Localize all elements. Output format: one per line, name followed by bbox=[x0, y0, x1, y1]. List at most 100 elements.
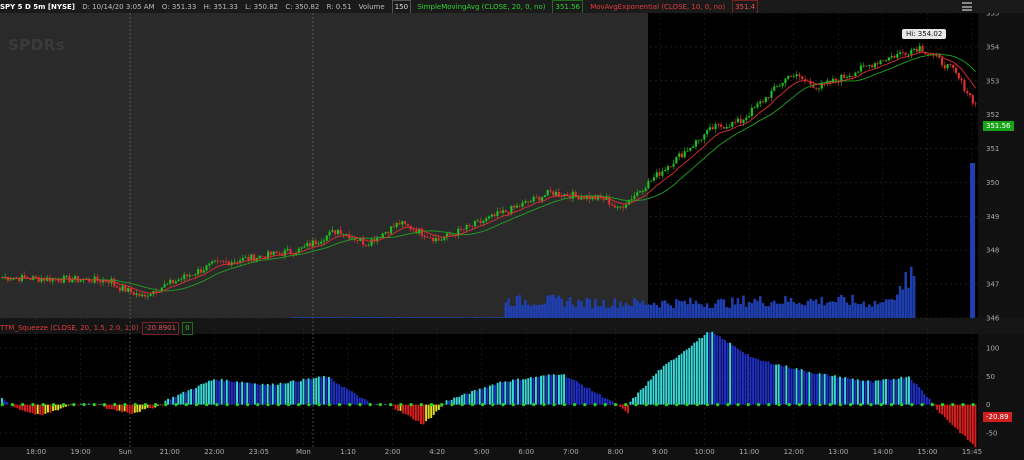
histogram-bar bbox=[762, 360, 765, 405]
volume-bar bbox=[862, 301, 865, 318]
date-readout: D: 10/14/20 3:05 AM bbox=[82, 3, 155, 11]
volume-bar bbox=[887, 299, 891, 318]
volume-bar bbox=[356, 317, 359, 318]
ema-study-label[interactable]: MovAvgExponential (CLOSE, 10, 0, no) bbox=[590, 3, 725, 11]
histogram-bar bbox=[591, 391, 594, 405]
volume-bar bbox=[789, 298, 793, 318]
histogram-bar bbox=[169, 399, 172, 405]
histogram-bar bbox=[215, 379, 218, 405]
histogram-bar bbox=[44, 404, 47, 414]
histogram-bar bbox=[667, 362, 670, 405]
candle-body bbox=[432, 237, 435, 242]
histogram-bar bbox=[568, 378, 571, 405]
squeeze-dot bbox=[41, 403, 45, 407]
candle-body bbox=[848, 75, 851, 78]
volume-bar bbox=[381, 316, 384, 318]
histogram-bar bbox=[246, 382, 249, 405]
volume-bar bbox=[384, 317, 387, 318]
histogram-bar bbox=[959, 404, 962, 434]
squeeze-dot bbox=[746, 403, 750, 407]
histogram-bar bbox=[718, 336, 721, 405]
squeeze-dot bbox=[205, 403, 209, 407]
volume-bar bbox=[627, 305, 631, 318]
histogram-bar bbox=[36, 404, 39, 414]
squeeze-dot bbox=[10, 403, 15, 407]
squeeze-dot bbox=[92, 403, 96, 407]
histogram-bar bbox=[598, 393, 601, 405]
volume-bar bbox=[549, 295, 552, 318]
volume-bar bbox=[831, 301, 835, 318]
candle-body bbox=[675, 156, 678, 164]
histogram-bar bbox=[716, 335, 719, 405]
histogram-bar bbox=[698, 338, 701, 405]
ttm-squeeze-label[interactable]: TTM_Squeeze (CLOSE, 20, 1.5, 2.0, 1.0) bbox=[0, 324, 139, 332]
candle-body bbox=[208, 263, 211, 266]
volume-bar bbox=[607, 307, 611, 318]
histogram-bar bbox=[672, 359, 675, 405]
histogram-bar bbox=[481, 389, 484, 405]
histogram-bar bbox=[557, 374, 560, 405]
volume-label[interactable]: Volume bbox=[359, 3, 385, 11]
histogram-bar bbox=[790, 368, 793, 405]
histogram-bar bbox=[619, 404, 622, 407]
histogram-bar bbox=[862, 380, 864, 405]
histogram-bar bbox=[724, 339, 726, 405]
volume-bar bbox=[733, 304, 737, 318]
chart-canvas[interactable]: 355 354 353 352 351 350 349 348 347 346 100 50 0 -50 1… bbox=[0, 13, 1024, 460]
candle-body bbox=[367, 245, 370, 247]
candle-body bbox=[482, 221, 485, 223]
histogram-bar bbox=[414, 404, 417, 421]
volume-bar bbox=[675, 299, 678, 318]
volume-bar bbox=[809, 298, 812, 318]
symbol-label[interactable]: SPY 5 D 5m [NYSE] bbox=[0, 3, 75, 11]
volume-bar bbox=[619, 301, 622, 318]
histogram-bar bbox=[39, 404, 42, 415]
histogram-bar bbox=[131, 404, 134, 414]
candle-body bbox=[65, 275, 68, 277]
histogram-bar bbox=[317, 376, 320, 405]
histogram-bar bbox=[351, 391, 353, 405]
squeeze-dot bbox=[859, 403, 863, 407]
histogram-bar bbox=[632, 397, 634, 405]
histogram-bar bbox=[675, 357, 678, 405]
squeeze-dot bbox=[634, 403, 638, 407]
histogram-bar bbox=[739, 350, 742, 405]
histogram-bar bbox=[197, 385, 200, 405]
histogram-bar bbox=[200, 384, 203, 405]
volume-bar bbox=[317, 317, 320, 318]
histogram-bar bbox=[754, 358, 757, 405]
histogram-bar bbox=[248, 382, 251, 405]
candle-body bbox=[795, 74, 798, 77]
candle-body bbox=[171, 279, 175, 284]
histogram-bar bbox=[404, 404, 407, 415]
candle-body bbox=[222, 261, 225, 262]
histogram-bar bbox=[100, 403, 103, 405]
candle-body bbox=[269, 251, 272, 256]
candle-body bbox=[303, 246, 306, 248]
candle-body bbox=[504, 210, 507, 213]
candle-body bbox=[789, 76, 793, 77]
candle-body bbox=[784, 78, 787, 84]
squeeze-dot bbox=[153, 403, 158, 407]
candle-body bbox=[124, 285, 127, 292]
histogram-bar bbox=[621, 404, 624, 409]
volume-bar bbox=[526, 304, 530, 318]
histogram-bar bbox=[455, 397, 458, 405]
volume-bar bbox=[641, 300, 645, 318]
volume-bar bbox=[756, 300, 759, 318]
sma-study-label[interactable]: SimpleMovingAvg (CLOSE, 20, 0, no) bbox=[417, 3, 545, 11]
volume-bar bbox=[703, 306, 706, 318]
candle-body bbox=[289, 249, 292, 254]
histogram-bar bbox=[872, 382, 875, 405]
histogram-bar bbox=[787, 367, 790, 405]
volume-bar bbox=[658, 307, 661, 318]
volume-bar bbox=[842, 297, 846, 318]
histogram-bar bbox=[785, 365, 788, 405]
menu-icon[interactable] bbox=[962, 2, 972, 11]
volume-bar bbox=[669, 305, 673, 318]
candle-body bbox=[624, 204, 628, 208]
candle-body bbox=[652, 177, 656, 181]
histogram-bar bbox=[325, 377, 328, 405]
time-tick-label: 1:10 bbox=[340, 448, 356, 456]
histogram-bar bbox=[971, 404, 974, 445]
